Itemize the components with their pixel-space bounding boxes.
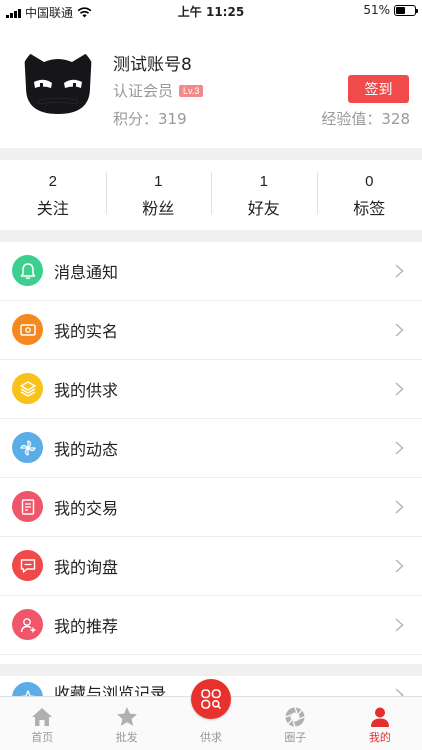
stat-count: 2 [48, 172, 57, 190]
experience-label: 经验值：328 [321, 110, 410, 128]
user-add-icon [12, 609, 43, 640]
stat-count: 0 [365, 172, 374, 190]
stat-following[interactable]: 2 关注 [0, 160, 106, 230]
menu-item-label: 我的供求 [54, 381, 119, 400]
tab-circle[interactable]: 圈子 [253, 697, 337, 750]
supply-demand-icon [201, 689, 222, 710]
cat-avatar-icon [24, 50, 92, 114]
tab-home[interactable]: 首页 [0, 697, 84, 750]
menu-item-inquiries[interactable]: 我的询盘 [0, 537, 422, 596]
username: 测试账号8 [113, 55, 192, 75]
menu-item-recommendations[interactable]: 我的推荐 [0, 596, 422, 655]
tab-label: 供求 [200, 731, 223, 744]
stat-label: 标签 [353, 198, 386, 218]
member-row: 认证会员 Lv.3 [113, 80, 204, 101]
section-divider [0, 230, 422, 242]
points-label: 积分：319 [113, 110, 187, 128]
menu-item-label: 消息通知 [54, 263, 119, 282]
battery-percent: 51% [363, 3, 390, 17]
tab-label: 首页 [31, 731, 54, 744]
bell-icon [12, 255, 43, 286]
tab-label: 批发 [115, 731, 138, 744]
battery-icon [394, 4, 418, 16]
menu-item-transactions[interactable]: 我的交易 [0, 478, 422, 537]
aperture-icon [285, 707, 306, 727]
stat-count: 1 [154, 172, 163, 190]
menu-list: 消息通知 我的实名 我的供求 我的动态 我的交易 我的询盘 我的推荐 [0, 242, 422, 655]
chevron-right-icon [395, 323, 404, 337]
profile-header: 测试账号8 认证会员 Lv.3 积分：319 经验值：328 签到 [0, 22, 422, 148]
chevron-right-icon [395, 264, 404, 278]
stat-label: 好友 [247, 198, 280, 218]
tab-label: 圈子 [284, 731, 307, 744]
menu-item-label: 我的询盘 [54, 558, 119, 577]
tab-mine[interactable]: 我的 [338, 697, 422, 750]
menu-item-real-name[interactable]: 我的实名 [0, 301, 422, 360]
avatar[interactable] [20, 42, 96, 118]
pinwheel-icon [12, 432, 43, 463]
stats-row: 2 关注 1 粉丝 1 好友 0 标签 [0, 160, 422, 230]
section-divider [0, 664, 422, 676]
stat-count: 1 [259, 172, 268, 190]
document-icon [12, 491, 43, 522]
chevron-right-icon [395, 559, 404, 573]
menu-item-posts[interactable]: 我的动态 [0, 419, 422, 478]
chevron-right-icon [395, 441, 404, 455]
member-type: 认证会员 [113, 82, 174, 100]
status-time: 上午 11:25 [177, 5, 245, 19]
section-divider [0, 148, 422, 160]
status-right: 51% [363, 3, 418, 17]
stat-tags[interactable]: 0 标签 [316, 160, 422, 230]
menu-item-label: 我的实名 [54, 322, 119, 341]
menu-item-label: 我的交易 [54, 499, 119, 518]
stat-followers[interactable]: 1 粉丝 [105, 160, 212, 230]
layers-icon [12, 373, 43, 404]
menu-item-notifications[interactable]: 消息通知 [0, 242, 422, 301]
chevron-right-icon [395, 382, 404, 396]
profile-icon [370, 707, 389, 727]
stat-label: 粉丝 [142, 198, 175, 218]
chevron-right-icon [395, 618, 404, 632]
chevron-right-icon [395, 500, 404, 514]
id-card-icon [12, 314, 43, 345]
home-icon [32, 708, 53, 726]
tab-wholesale[interactable]: 批发 [84, 697, 168, 750]
menu-item-label: 我的推荐 [54, 617, 119, 636]
star-icon [116, 707, 137, 726]
chat-icon [12, 550, 43, 581]
stat-friends[interactable]: 1 好友 [211, 160, 317, 230]
stat-label: 关注 [36, 198, 69, 218]
menu-item-label: 我的动态 [54, 440, 119, 459]
menu-item-supply-demand[interactable]: 我的供求 [0, 360, 422, 419]
checkin-button[interactable]: 签到 [348, 75, 409, 103]
tab-label: 我的 [368, 731, 391, 744]
level-badge: Lv.3 [179, 84, 204, 97]
supply-demand-center-button[interactable] [191, 679, 231, 719]
status-bar: 中国联通 上午 11:25 51% [0, 0, 422, 22]
